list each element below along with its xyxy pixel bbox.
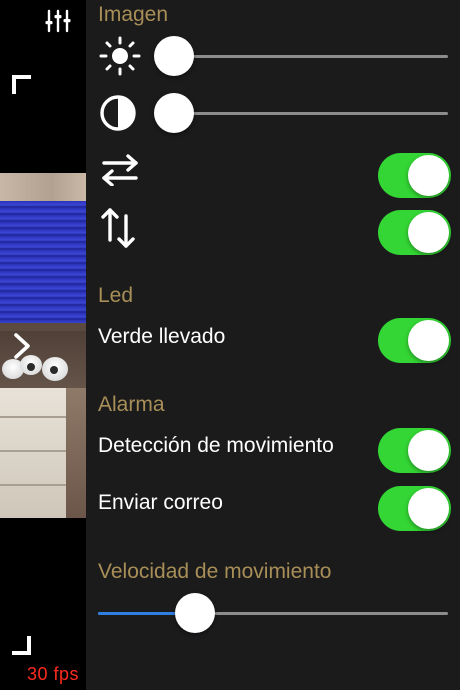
feed-ceiling xyxy=(0,173,86,201)
brightness-slider-thumb[interactable] xyxy=(154,36,194,76)
feed-sill xyxy=(0,323,86,331)
camera-strip: 30 fps xyxy=(0,0,86,690)
toggle-knob xyxy=(408,430,449,471)
fps-indicator: 30 fps xyxy=(27,664,80,684)
section-title-motion-speed: Velocidad de movimiento xyxy=(98,560,332,583)
chevron-right-icon[interactable] xyxy=(10,331,34,361)
feed-dresser xyxy=(0,388,66,518)
frame-corner-top xyxy=(12,75,31,94)
toggle-knob xyxy=(408,212,449,253)
flip-horizontal-toggle[interactable] xyxy=(378,153,451,198)
contrast-slider-thumb[interactable] xyxy=(154,93,194,133)
sun-icon xyxy=(99,36,141,76)
motion-speed-slider-thumb[interactable] xyxy=(175,593,215,633)
settings-panel: Imagen Led Verde llevado Alarma Detecció… xyxy=(86,0,460,690)
feed-toy-face xyxy=(50,366,58,374)
led-green-label: Verde llevado xyxy=(98,325,226,348)
frame-corner-bottom xyxy=(12,636,31,655)
feed-drawer-line xyxy=(0,416,66,418)
led-green-toggle[interactable] xyxy=(378,318,451,363)
send-email-label: Enviar correo xyxy=(98,491,223,514)
feed-floor xyxy=(66,388,86,518)
section-title-alarm: Alarma xyxy=(98,393,165,416)
section-title-image: Imagen xyxy=(98,3,169,26)
feed-drawer-line xyxy=(0,484,66,486)
contrast-icon xyxy=(100,95,136,131)
vertical-arrows-icon xyxy=(101,208,135,248)
camera-app: 30 fps Imagen Led Verde llevado Alarma D… xyxy=(0,0,460,690)
toggle-knob xyxy=(408,488,449,529)
send-email-toggle[interactable] xyxy=(378,486,451,531)
horizontal-arrows-icon xyxy=(102,154,138,186)
toggle-knob xyxy=(408,155,449,196)
brightness-slider-track[interactable] xyxy=(164,55,448,58)
contrast-slider-track[interactable] xyxy=(164,112,448,115)
toggle-knob xyxy=(408,320,449,361)
motion-detection-toggle[interactable] xyxy=(378,428,451,473)
feed-blinds xyxy=(0,201,86,323)
feed-drawer-line xyxy=(0,450,66,452)
feed-toy-face xyxy=(27,363,35,371)
section-title-led: Led xyxy=(98,284,134,307)
sliders-icon[interactable] xyxy=(45,8,71,34)
motion-detection-label: Detección de movimiento xyxy=(98,434,334,457)
flip-vertical-toggle[interactable] xyxy=(378,210,451,255)
